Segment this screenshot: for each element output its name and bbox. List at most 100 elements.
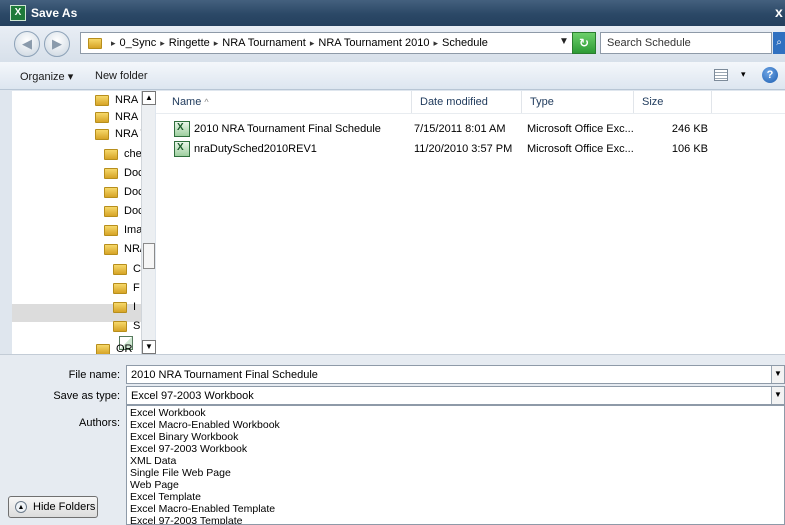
folder-icon [95,112,109,123]
excel-file-icon [174,121,190,137]
list-item[interactable]: Excel 97-2003 Workbook [130,443,247,455]
help-icon[interactable]: ? [762,67,778,83]
column-header-label: Name [172,96,202,108]
folder-icon [104,225,118,236]
address-row: ◀ ▶ ▸ 0_Sync ▸ Ringette ▸ NRA Tournament ▸ NRA … [0,26,785,62]
search-icon[interactable]: ⌕ [773,32,785,54]
refresh-icon: ↻ [578,36,590,50]
column-header-name[interactable]: Name ^ [156,91,412,113]
address-dropdown-icon[interactable]: ▼ [559,36,569,47]
folder-icon [113,264,127,275]
back-arrow-icon: ◀ [22,36,32,51]
refresh-button[interactable]: ↻ [572,32,596,54]
list-item[interactable]: Single File Web Page [130,467,231,479]
file-size: 106 KB [671,143,708,155]
list-item[interactable]: Excel Workbook [130,407,206,419]
breadcrumb-separator-icon[interactable]: ▸ [214,38,219,48]
breadcrumb-item[interactable]: NRA Tournament [222,37,306,49]
sort-ascending-icon: ^ [204,97,209,107]
breadcrumb: ▸ 0_Sync ▸ Ringette ▸ NRA Tournament ▸ NRA Tour… [107,37,488,49]
search-placeholder: Search Schedule [607,37,691,49]
window-title: Save As [31,6,78,20]
folder-icon [104,168,118,179]
file-name-value: 2010 NRA Tournament Final Schedule [131,369,318,381]
folder-icon [95,95,109,106]
list-item[interactable]: Excel Binary Workbook [130,431,238,443]
navigation-pane: NRA 2 NRA I NRA T che Doc Doc Doc Ima NR… [12,91,155,354]
view-options-icon[interactable] [714,69,728,81]
folder-icon [113,283,127,294]
forward-button[interactable]: ▶ [44,31,70,57]
save-type-select[interactable]: Excel 97-2003 Workbook ▼ [126,386,785,405]
folder-icon [104,206,118,217]
table-row[interactable]: 2010 NRA Tournament Final Schedule 7/15/… [156,119,716,139]
folder-icon [104,149,118,160]
hide-folders-button[interactable]: ▲ Hide Folders [8,496,98,518]
folder-icon [113,321,127,332]
folder-icon [104,244,118,255]
nav-scrollbar[interactable]: ▲ ▼ [141,91,156,354]
list-item[interactable]: Excel 97-2003 Template [130,515,242,524]
nav-item-label: F [133,282,140,294]
list-item[interactable]: Excel Macro-Enabled Workbook [130,419,280,431]
nav-item-label: NRA I [115,111,144,123]
breadcrumb-item[interactable]: Ringette [169,37,210,49]
back-button[interactable]: ◀ [14,31,40,57]
list-item[interactable]: Web Page [130,479,179,491]
file-date: 7/15/2011 8:01 AM [414,123,506,135]
chevron-down-icon[interactable]: ▼ [771,387,784,404]
nav-item-label: Ima [124,224,143,236]
table-row[interactable]: nraDutySched2010REV1 11/20/2010 3:57 PM … [156,139,716,159]
organize-button[interactable]: Organize ▾ [20,70,73,83]
breadcrumb-separator-icon[interactable]: ▸ [111,38,116,48]
nav-item-label: S [133,320,141,332]
search-input[interactable]: Search Schedule [600,32,772,54]
authors-label: Authors: [79,417,120,429]
scroll-down-icon[interactable]: ▼ [142,340,156,354]
breadcrumb-separator-icon[interactable]: ▸ [310,38,315,48]
breadcrumb-item[interactable]: Schedule [442,37,488,49]
column-header-size[interactable]: Size [634,91,712,113]
column-header-type[interactable]: Type [522,91,634,113]
new-folder-button[interactable]: New folder [95,70,148,82]
chevron-down-icon[interactable]: ▼ [771,366,784,383]
close-button[interactable]: x [775,4,783,20]
list-item[interactable]: Excel Template [130,491,201,503]
nav-item-label: I [133,301,137,313]
command-toolbar: Organize ▾ New folder ▾ ? [0,62,785,90]
file-date: 11/20/2010 3:57 PM [414,143,513,155]
title-bar: X Save As x [0,0,785,26]
excel-file-icon [174,141,190,157]
folder-icon [88,38,102,49]
folder-icon [104,187,118,198]
list-item[interactable]: Excel Macro-Enabled Template [130,503,275,515]
file-name-field[interactable]: 2010 NRA Tournament Final Schedule ▼ [126,365,785,384]
file-size: 246 KB [671,123,708,135]
view-dropdown-icon[interactable]: ▾ [741,69,746,80]
scroll-thumb[interactable] [143,243,155,269]
breadcrumb-item[interactable]: 0_Sync [120,37,157,49]
breadcrumb-item[interactable]: NRA Tournament 2010 [318,37,429,49]
folder-icon [95,129,109,140]
column-header-date[interactable]: Date modified [412,91,522,113]
file-list: Name ^ Date modified Type Size 2010 NRA … [156,91,785,354]
file-name: 2010 NRA Tournament Final Schedule [194,123,381,135]
excel-app-icon: X [10,5,26,21]
file-name-label: File name: [68,369,120,381]
address-bar[interactable]: ▸ 0_Sync ▸ Ringette ▸ NRA Tournament ▸ NRA Tour… [80,32,580,54]
breadcrumb-separator-icon[interactable]: ▸ [160,38,165,48]
file-type: Microsoft Office Exc... [527,123,634,135]
breadcrumb-separator-icon[interactable]: ▸ [433,38,438,48]
collapse-up-icon: ▲ [15,501,27,513]
file-type: Microsoft Office Exc... [527,143,634,155]
header-divider [156,113,785,114]
nav-item-label: che [124,148,142,160]
file-name: nraDutySched2010REV1 [194,143,317,155]
list-item[interactable]: XML Data [130,455,176,467]
save-type-label: Save as type: [53,390,120,402]
scroll-up-icon[interactable]: ▲ [142,91,156,105]
hide-folders-label: Hide Folders [33,501,96,513]
save-type-value: Excel 97-2003 Workbook [131,390,254,402]
nav-item-label: C [133,263,141,275]
forward-arrow-icon: ▶ [52,36,62,51]
